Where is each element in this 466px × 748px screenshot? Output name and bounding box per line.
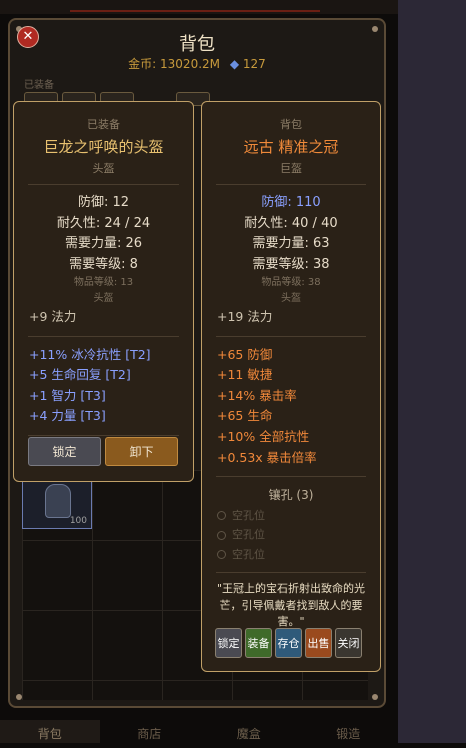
item-stat: 需要等级: 38: [252, 256, 330, 272]
side-panel: [398, 0, 466, 743]
socket-slot: 空孔位: [202, 525, 380, 545]
flavor-text: "王冠上的宝石折射出致命的光芒，引导佩戴者找到敌人的要害。": [216, 582, 366, 629]
divider: [216, 184, 366, 185]
affix-line: +1 智力 [T3]: [29, 387, 106, 403]
socket-label: 空孔位: [232, 508, 265, 522]
hp-strip: [70, 10, 320, 12]
socket-icon: [217, 511, 226, 521]
item-level: 物品等级: 38: [261, 277, 321, 288]
socket-slot: 空孔位: [202, 506, 380, 526]
item-level: 物品等级: 13: [73, 277, 134, 288]
inventory-item-helmet[interactable]: 100: [22, 477, 92, 529]
equipped-section-label: 已装备: [24, 80, 54, 91]
affix-line: +65 防御: [217, 346, 273, 362]
tab-shop[interactable]: 商店: [100, 720, 200, 743]
socket-slot: 空孔位: [202, 545, 380, 565]
item-stat: 耐久性: 40 / 40: [244, 215, 338, 231]
item-name: 远古 精准之冠: [243, 138, 339, 156]
top-bar: [0, 0, 398, 14]
rivet: [372, 694, 378, 700]
item-defense: 防御: 110: [261, 195, 321, 210]
divider: [216, 335, 366, 337]
equip-button[interactable]: 装备: [245, 628, 272, 658]
tab-cube[interactable]: 魔盒: [199, 720, 299, 743]
gem-count: 127: [242, 57, 266, 71]
item-stat: 需要等级: 8: [69, 256, 138, 272]
affix-line: +10% 全部抗性: [217, 428, 310, 444]
bottom-tabs: 背包 商店 魔盒 锻造: [0, 720, 398, 743]
lock-button[interactable]: 锁定: [215, 628, 242, 658]
item-stat: 需要力量: 26: [64, 236, 143, 251]
tab-forge[interactable]: 锻造: [299, 720, 399, 743]
gem-icon: ◆: [229, 57, 240, 71]
divider: [216, 572, 366, 574]
sell-button[interactable]: 出售: [305, 628, 332, 658]
affix-line: +5 生命回复 [T2]: [29, 367, 131, 383]
socket-icon: [217, 530, 226, 540]
affix-line: +65 生命: [217, 408, 273, 424]
currency-row: 金币: 13020.2M ◆ 127: [8, 55, 386, 72]
item-stat: 防御: 12: [77, 195, 130, 210]
sockets-title: 镶孔 (3): [268, 488, 314, 503]
socket-label: 空孔位: [232, 528, 265, 542]
affix-line: +4 力量 [T3]: [29, 408, 106, 424]
tab-bag[interactable]: 背包: [0, 720, 100, 743]
affix-line: +11% 冰冷抗性 [T2]: [29, 346, 151, 362]
affix-line: +14% 暴击率: [217, 387, 297, 403]
item-count: 100: [69, 516, 87, 526]
affix-line: +0.53x 暴击倍率: [217, 449, 317, 465]
item-type: 头盔: [92, 162, 115, 175]
divider: [28, 335, 179, 337]
socket-icon: [217, 550, 226, 560]
window-title: 背包: [179, 34, 215, 55]
socket-label: 空孔位: [232, 547, 265, 561]
bag-item-tooltip: 背包 远古 精准之冠 巨盔 防御: 110 耐久性: 40 / 40 需要力量:…: [201, 101, 381, 672]
lock-button[interactable]: 锁定: [28, 437, 101, 466]
divider: [216, 476, 366, 478]
helmet-icon: [45, 484, 71, 518]
divider: [28, 434, 179, 436]
item-name: 巨龙之呼唤的头盔: [43, 138, 164, 156]
tooltip-header: 背包: [280, 118, 302, 131]
divider: [28, 184, 179, 185]
implicit-mod: +9 法力: [29, 309, 77, 324]
item-type-repeat: 头盔: [93, 293, 114, 304]
gold-amount: 金币: 13020.2M: [128, 57, 221, 71]
affix-line: +11 敏捷: [217, 367, 273, 383]
item-type: 巨盔: [280, 162, 302, 175]
close-button[interactable]: 关闭: [335, 628, 362, 658]
stash-button[interactable]: 存仓: [275, 628, 302, 658]
equipped-item-tooltip: 已装备 巨龙之呼唤的头盔 头盔 防御: 12 耐久性: 24 / 24 需要力量…: [13, 101, 194, 482]
item-stat: 需要力量: 63: [252, 236, 330, 251]
unequip-button[interactable]: 卸下: [105, 437, 178, 466]
item-stat: 耐久性: 24 / 24: [56, 215, 151, 231]
implicit-mod: +19 法力: [217, 309, 273, 324]
item-type-repeat: 头盔: [281, 293, 301, 304]
tooltip-header: 已装备: [87, 118, 120, 131]
